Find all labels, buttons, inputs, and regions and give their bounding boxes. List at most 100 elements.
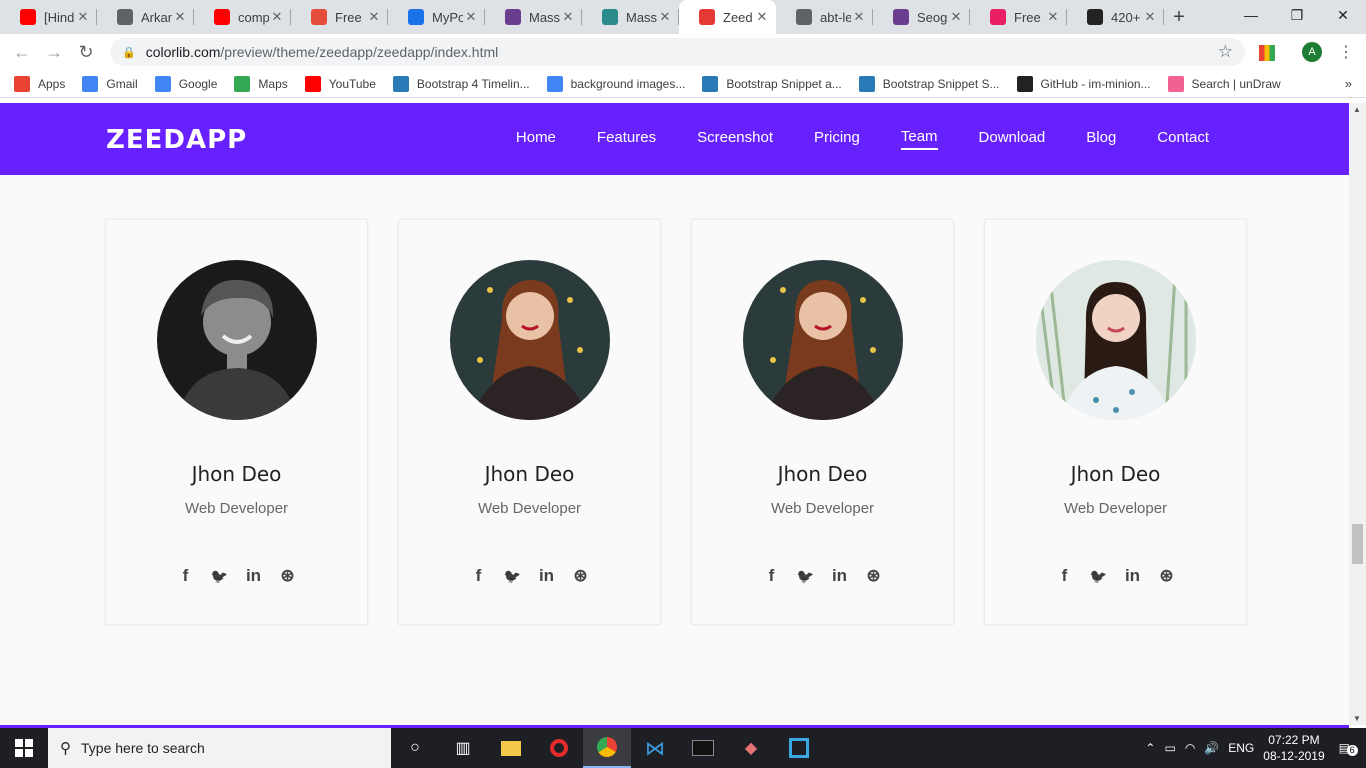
bookmark-item[interactable]: Maps [234, 75, 288, 92]
nav-link-contact[interactable]: Contact [1157, 129, 1209, 149]
bookmark-item[interactable]: GitHub - im-minion... [1016, 75, 1151, 92]
bookmark-item[interactable]: Bootstrap Snippet a... [702, 75, 842, 92]
notification-icon[interactable]: ▤ 6 [1339, 741, 1358, 756]
windows-start-icon[interactable] [0, 728, 48, 768]
nav-link-features[interactable]: Features [597, 129, 656, 149]
linkedin-icon[interactable]: in [830, 566, 850, 586]
browser-tab[interactable]: Arkan ✕ [97, 0, 194, 34]
wifi-icon[interactable]: ◠ [1185, 741, 1195, 755]
dribbble-icon[interactable]: ⊛ [278, 566, 298, 586]
file-explorer-icon[interactable] [487, 728, 535, 768]
browser-tab[interactable]: Massi ✕ [582, 0, 679, 34]
twitter-icon[interactable]: 🐦 [210, 566, 230, 586]
browser-tab[interactable]: Free E✕ [291, 0, 388, 34]
menu-kebab-icon[interactable]: ⋮ [1338, 42, 1354, 62]
tab-title: Seog [917, 9, 948, 25]
twitter-icon[interactable]: 🐦 [796, 566, 816, 586]
cortana-icon[interactable]: ○ [391, 728, 439, 768]
tab-close-icon[interactable]: ✕ [948, 9, 964, 25]
browser-tab[interactable]: Free E✕ [970, 0, 1067, 34]
bookmark-item[interactable]: Google [154, 75, 217, 92]
bookmark-item[interactable]: background images... [546, 75, 685, 92]
linkedin-icon[interactable]: in [244, 566, 264, 586]
scroll-up-icon[interactable]: ▲ [1353, 105, 1361, 114]
extension-icon[interactable] [1259, 45, 1275, 61]
browser-tab[interactable]: Massi ✕ [485, 0, 582, 34]
taskbar-search[interactable]: ⚲ Type here to search [48, 728, 391, 768]
browser-tab[interactable]: Seog ✕ [873, 0, 970, 34]
twitter-icon[interactable]: 🐦 [1089, 566, 1109, 586]
bookmark-item[interactable]: Bootstrap Snippet S... [858, 75, 1000, 92]
back-button[interactable]: ← [6, 42, 38, 63]
vscode-icon[interactable]: ⋈ [631, 728, 679, 768]
nav-link-screenshot[interactable]: Screenshot [697, 129, 773, 149]
site-logo[interactable]: ZEEDAPP [106, 125, 247, 155]
bookmark-item[interactable]: Search | unDraw [1167, 75, 1281, 92]
tab-close-icon[interactable]: ✕ [463, 9, 479, 25]
new-tab-button[interactable]: + [1164, 0, 1194, 34]
scroll-down-icon[interactable]: ▼ [1353, 714, 1361, 723]
bookmark-star-icon[interactable]: ☆ [1218, 42, 1233, 62]
linkedin-icon[interactable]: in [537, 566, 557, 586]
terminal-icon[interactable] [679, 728, 727, 768]
clock[interactable]: 07:22 PM 08-12-2019 [1263, 732, 1324, 764]
linkedin-icon[interactable]: in [1123, 566, 1143, 586]
lock-icon[interactable]: 🔒 [122, 46, 136, 59]
dribbble-icon[interactable]: ⊛ [571, 566, 591, 586]
bootstrap-snippet-icon [392, 75, 409, 92]
tab-close-icon[interactable]: ✕ [269, 9, 285, 25]
task-view-icon[interactable]: ▥ [439, 728, 487, 768]
app-icon[interactable]: ◆ [727, 728, 775, 768]
browser-tab[interactable]: Zeed ✕ [679, 0, 776, 34]
close-window-button[interactable]: ✕ [1320, 0, 1366, 30]
tab-close-icon[interactable]: ✕ [1142, 9, 1158, 25]
nav-link-home[interactable]: Home [516, 129, 556, 149]
reload-button[interactable]: ↻ [70, 42, 102, 63]
globe-icon [117, 9, 133, 25]
bookmark-item[interactable]: YouTube [304, 75, 376, 92]
opera-icon[interactable] [535, 728, 583, 768]
volume-icon[interactable]: 🔊 [1204, 741, 1219, 755]
bookmark-item[interactable]: Apps [14, 75, 65, 92]
browser-tab[interactable]: comp ✕ [194, 0, 291, 34]
scrollbar-thumb[interactable] [1352, 524, 1363, 564]
tab-close-icon[interactable]: ✕ [366, 9, 382, 25]
twitter-icon[interactable]: 🐦 [503, 566, 523, 586]
dribbble-icon[interactable]: ⊛ [1157, 566, 1177, 586]
nav-link-blog[interactable]: Blog [1086, 129, 1116, 149]
battery-icon[interactable]: ▭ [1164, 741, 1175, 755]
nav-link-team[interactable]: Team [900, 128, 938, 150]
maximize-button[interactable]: ❐ [1274, 0, 1320, 30]
tray-chevron-icon[interactable]: ⌃ [1145, 741, 1155, 755]
tab-close-icon[interactable]: ✕ [1045, 9, 1061, 25]
minimize-button[interactable]: — [1228, 0, 1274, 30]
tab-close-icon[interactable]: ✕ [754, 9, 770, 25]
tab-close-icon[interactable]: ✕ [657, 9, 673, 25]
facebook-icon[interactable]: f [762, 566, 782, 586]
bookmark-item[interactable]: Bootstrap 4 Timelin... [392, 75, 530, 92]
browser-tab[interactable]: [Hindi]✕ [0, 0, 97, 34]
page-scrollbar[interactable]: ▲ ▼ [1349, 103, 1366, 725]
forward-button[interactable]: → [38, 42, 70, 63]
window-app-icon[interactable] [775, 728, 823, 768]
facebook-icon[interactable]: f [1055, 566, 1075, 586]
tab-close-icon[interactable]: ✕ [75, 9, 91, 25]
browser-tab[interactable]: MyPo ✕ [388, 0, 485, 34]
tab-close-icon[interactable]: ✕ [851, 9, 867, 25]
tab-close-icon[interactable]: ✕ [172, 9, 188, 25]
chrome-icon[interactable] [583, 728, 631, 768]
address-bar[interactable]: 🔒 colorlib.com/preview/theme/zeedapp/zee… [110, 38, 1245, 66]
tab-close-icon[interactable]: ✕ [560, 9, 576, 25]
browser-tab[interactable]: abt-le ✕ [776, 0, 873, 34]
member-name: Jhon Deo [1070, 462, 1161, 486]
dribbble-icon[interactable]: ⊛ [864, 566, 884, 586]
nav-link-download[interactable]: Download [979, 129, 1046, 149]
language-indicator[interactable]: ENG [1228, 741, 1254, 755]
facebook-icon[interactable]: f [176, 566, 196, 586]
bookmarks-overflow-icon[interactable]: » [1345, 76, 1352, 91]
nav-link-pricing[interactable]: Pricing [814, 129, 860, 149]
facebook-icon[interactable]: f [469, 566, 489, 586]
bookmark-item[interactable]: Gmail [82, 75, 138, 92]
profile-avatar[interactable]: A [1302, 42, 1322, 62]
browser-tab[interactable]: 420+ ✕ [1067, 0, 1164, 34]
